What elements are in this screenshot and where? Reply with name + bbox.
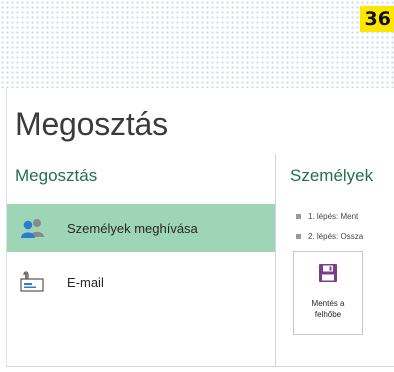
bullet-icon [296, 234, 301, 239]
page-number-badge: 36 [359, 6, 394, 32]
invite-heading: Személyek [290, 166, 374, 185]
bullet-icon [296, 214, 301, 219]
email-label: E-mail [67, 274, 104, 290]
step-item: 1. lépés: Ment [296, 212, 358, 221]
invite-people-label: Személyek meghívása [67, 220, 198, 236]
step-text: 1. lépés: Ment [308, 212, 359, 221]
right-pane: Személyek 1. lépés: Ment 2. lépés: Ossza… [276, 88, 394, 366]
save-to-cloud-button[interactable]: Mentés a felhőbe [293, 251, 363, 335]
save-icon [318, 263, 338, 288]
step-text: 2. lépés: Ossza [308, 232, 364, 241]
page-title: Megosztás [15, 106, 168, 142]
invite-people-option[interactable]: Személyek meghívása [7, 204, 275, 252]
dotted-background [0, 0, 394, 88]
email-icon [19, 268, 47, 296]
people-icon [19, 214, 47, 242]
email-option[interactable]: E-mail [7, 258, 275, 306]
section-heading: Megosztás [15, 166, 98, 185]
step-item: 2. lépés: Ossza [296, 232, 363, 241]
save-to-cloud-label: Mentés a felhőbe [311, 299, 345, 319]
backstage-view: Megosztás Megosztás Személyek meghívása [6, 88, 394, 367]
left-pane: Megosztás Megosztás Személyek meghívása [7, 88, 275, 366]
